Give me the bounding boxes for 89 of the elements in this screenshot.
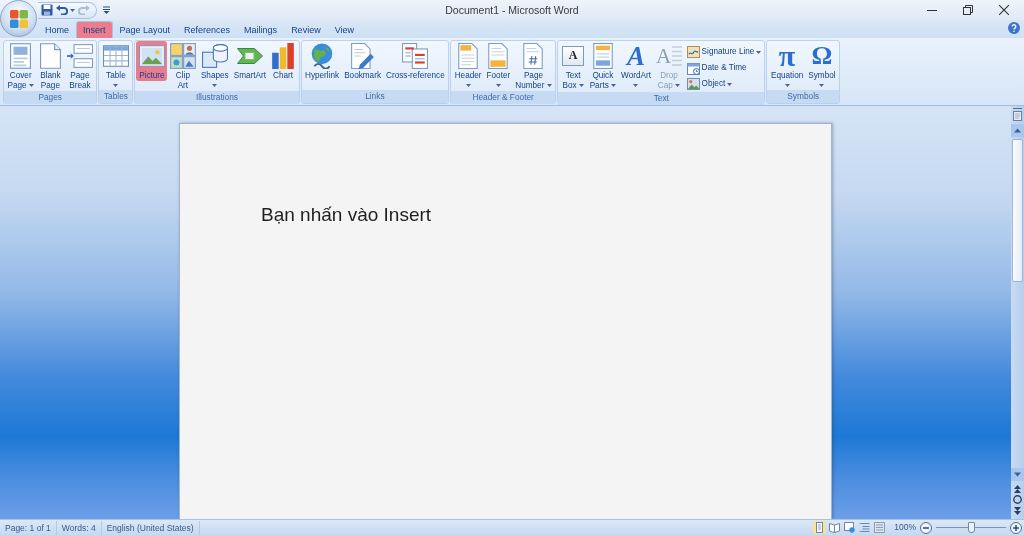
footer-icon — [488, 43, 509, 69]
print-layout-icon[interactable] — [813, 521, 827, 534]
draft-view-icon[interactable] — [873, 521, 887, 534]
help-icon[interactable] — [1008, 21, 1020, 34]
ribbon-button[interactable]: Page Number — [512, 41, 555, 91]
bar-chart-icon — [271, 43, 295, 69]
omega-icon: Ω — [811, 44, 833, 68]
undo-icon — [56, 5, 68, 15]
ribbon-button[interactable]: Date & Time — [684, 60, 764, 76]
close-icon[interactable] — [999, 5, 1009, 15]
minimize-icon[interactable] — [927, 9, 937, 11]
ribbon-button[interactable]: Cover Page — [5, 41, 37, 91]
bookmark-icon — [350, 43, 375, 69]
next-page-icon[interactable] — [1014, 507, 1021, 515]
pi-icon: π — [778, 43, 796, 69]
cross-reference-icon — [402, 43, 429, 69]
ribbon-button[interactable]: A Text Box — [559, 41, 588, 91]
zoom-level-text: 100% — [894, 521, 916, 534]
page-break-icon — [66, 44, 93, 68]
word-count-status: Words: 4 — [56, 520, 102, 535]
ribbon-tab[interactable]: Review — [284, 21, 328, 38]
picture-icon — [138, 45, 165, 67]
language-status: English (United States) — [101, 520, 200, 535]
zoom-slider-thumb[interactable] — [968, 522, 975, 533]
ruler-icon[interactable] — [1012, 108, 1023, 121]
ribbon-button[interactable]: Signature Line — [684, 44, 764, 60]
ribbon-button[interactable]: Page Break — [64, 41, 96, 91]
zoom-in-icon[interactable] — [1010, 521, 1022, 534]
group-label: Text — [558, 92, 765, 105]
header-icon — [458, 43, 479, 69]
ribbon-button[interactable]: Chart — [268, 41, 298, 81]
restore-icon[interactable] — [963, 5, 973, 15]
ribbon-button[interactable]: Quick Parts — [587, 41, 619, 91]
ribbon-tab[interactable]: Page Layout — [112, 21, 178, 38]
office-logo-icon — [8, 8, 29, 29]
page-number-icon — [523, 43, 544, 69]
blank-page-icon — [39, 43, 61, 69]
table-icon — [102, 45, 129, 67]
stylized-letter-icon: A — [627, 43, 645, 69]
ribbon-tab[interactable]: References — [177, 21, 238, 38]
ribbon-button[interactable]: Shapes — [198, 41, 232, 89]
previous-page-icon[interactable] — [1014, 485, 1021, 493]
ribbon-button[interactable]: Bookmark — [341, 41, 384, 81]
zoom-out-icon[interactable] — [920, 521, 932, 534]
ribbon-button[interactable]: Footer — [484, 41, 513, 89]
ribbon-tab[interactable]: Mailings — [237, 21, 285, 38]
reading-layout-icon[interactable] — [828, 521, 842, 534]
scrollbar-thumb[interactable] — [1012, 139, 1023, 282]
chevron-diagram-icon — [236, 46, 263, 66]
ribbon-button[interactable]: SmartArt — [231, 41, 269, 81]
save-icon — [41, 4, 53, 16]
signature-icon — [686, 46, 700, 58]
browse-object-icon[interactable] — [1013, 495, 1022, 504]
ribbon-button[interactable]: Table — [100, 41, 132, 89]
quick-parts-icon — [592, 43, 613, 69]
page-count-status: Page: 1 of 1 — [0, 520, 57, 535]
object-icon — [686, 78, 700, 90]
ribbon-button[interactable]: Ω Symbol — [805, 41, 839, 89]
ribbon-button[interactable]: A WordArt — [618, 41, 654, 89]
group-label: Symbols — [767, 90, 840, 103]
group-label: Tables — [99, 90, 133, 103]
ribbon-button[interactable]: Cross-reference — [383, 41, 448, 81]
clip-art-icon — [169, 43, 196, 69]
ribbon-tab[interactable]: Home — [38, 21, 76, 38]
ribbon-tab[interactable]: View — [327, 21, 361, 38]
undo-button[interactable] — [56, 5, 75, 15]
save-button[interactable] — [41, 4, 53, 16]
text-box-icon: A — [562, 46, 585, 66]
ribbon-button[interactable]: Hyperlink — [302, 41, 342, 81]
ribbon-button[interactable]: Clip Art — [167, 41, 199, 91]
cover-page-icon — [10, 43, 32, 69]
outline-view-icon[interactable] — [858, 521, 872, 534]
group-label: Header & Footer — [451, 91, 556, 104]
group-label: Pages — [4, 91, 97, 104]
document-text: Bạn nhấn vào Insert — [261, 204, 432, 227]
ribbon-button[interactable]: Object — [684, 76, 764, 92]
web-layout-icon[interactable] — [843, 521, 857, 534]
shapes-icon — [201, 44, 228, 68]
ribbon-tab[interactable]: Insert — [76, 21, 113, 38]
group-label: Illustrations — [135, 91, 299, 104]
customize-toolbar-icon[interactable] — [103, 6, 110, 14]
calendar-clock-icon — [686, 61, 700, 75]
window-title: Document1 - Microsoft Word — [445, 4, 579, 16]
group-label: Links — [301, 90, 449, 103]
ribbon-button[interactable]: Blank Page — [36, 41, 65, 91]
ribbon-button[interactable]: Header — [452, 41, 485, 89]
redo-icon — [78, 5, 90, 15]
ribbon-button[interactable]: Picture — [136, 41, 168, 81]
ribbon-button[interactable]: π Equation — [768, 41, 806, 89]
